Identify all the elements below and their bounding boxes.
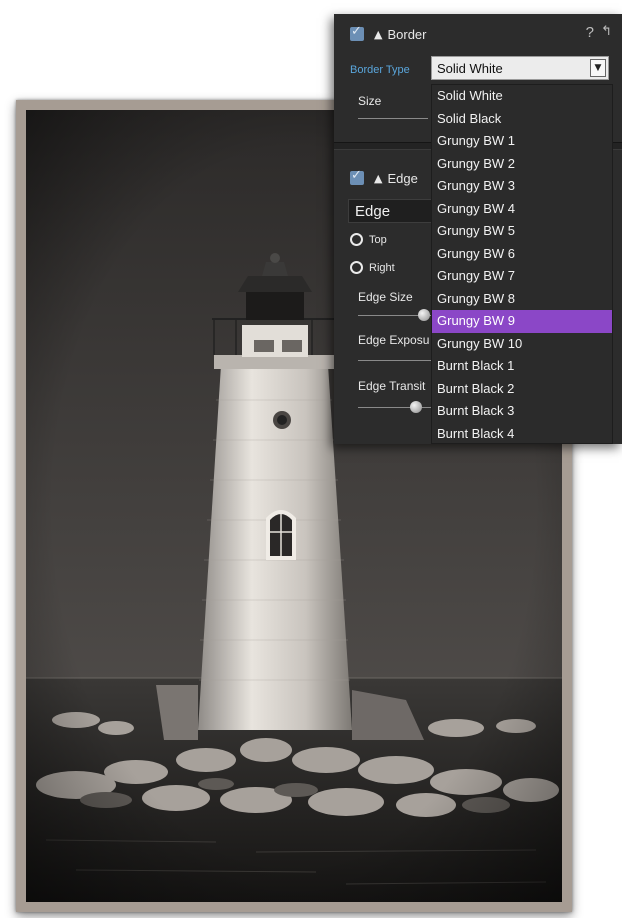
radio-top[interactable]: Top: [350, 233, 387, 246]
border-option[interactable]: Grungy BW 10: [432, 333, 612, 356]
radio-circle-icon[interactable]: [350, 233, 363, 246]
border-type-value: Solid White: [437, 61, 503, 76]
radio-top-label: Top: [369, 233, 387, 246]
border-option[interactable]: Burnt Black 2: [432, 378, 612, 401]
collapse-triangle-icon[interactable]: ▲: [374, 28, 382, 41]
edge-transition-label: Edge Transit: [358, 379, 426, 393]
radio-right[interactable]: Right: [350, 261, 395, 274]
border-option[interactable]: Burnt Black 1: [432, 355, 612, 378]
edge-size-label: Edge Size: [358, 290, 413, 304]
size-slider[interactable]: [358, 118, 428, 119]
border-section-header[interactable]: ▲ Border ? ↰: [334, 14, 622, 54]
border-type-label: Border Type: [350, 64, 410, 76]
border-option[interactable]: Grungy BW 4: [432, 198, 612, 221]
edge-exposure-slider[interactable]: [358, 360, 431, 361]
border-option[interactable]: Burnt Black 3: [432, 400, 612, 423]
border-option[interactable]: Solid Black: [432, 108, 612, 131]
border-option-highlighted[interactable]: Grungy BW 9: [432, 310, 612, 333]
border-option[interactable]: Grungy BW 3: [432, 175, 612, 198]
border-type-select[interactable]: Solid White ▼: [431, 56, 609, 80]
radio-circle-icon[interactable]: [350, 261, 363, 274]
size-label: Size: [358, 94, 382, 108]
border-option[interactable]: Solid White: [432, 85, 612, 108]
border-option[interactable]: Grungy BW 5: [432, 220, 612, 243]
chevron-down-icon[interactable]: ▼: [590, 59, 606, 77]
edge-enabled-check-icon[interactable]: [350, 168, 364, 185]
border-type-options[interactable]: Solid White Solid Black Grungy BW 1 Grun…: [431, 84, 613, 444]
radio-right-label: Right: [369, 261, 395, 274]
border-enabled-check-icon[interactable]: [350, 24, 364, 41]
filter-settings-panel: ▲ Border ? ↰ Border Type Solid White ▼ S…: [334, 14, 622, 444]
edge-size-slider-knob[interactable]: [418, 309, 430, 321]
border-option[interactable]: Grungy BW 6: [432, 243, 612, 266]
border-option[interactable]: Grungy BW 7: [432, 265, 612, 288]
edge-mode-value: Edge: [355, 203, 391, 220]
edge-transition-slider-knob[interactable]: [410, 401, 422, 413]
edge-exposure-label: Edge Exposu: [358, 333, 430, 347]
border-option[interactable]: Grungy BW 1: [432, 130, 612, 153]
border-option[interactable]: Burnt Black 4: [432, 423, 612, 445]
collapse-triangle-icon[interactable]: ▲: [374, 172, 382, 185]
border-option[interactable]: Grungy BW 2: [432, 153, 612, 176]
edge-mode-select[interactable]: Edge: [348, 199, 438, 223]
border-section-title: Border: [387, 26, 427, 42]
border-option[interactable]: Grungy BW 8: [432, 288, 612, 311]
help-icon[interactable]: ?: [586, 24, 594, 41]
reset-icon[interactable]: ↰: [601, 24, 612, 39]
edge-section-title: Edge: [387, 170, 418, 186]
